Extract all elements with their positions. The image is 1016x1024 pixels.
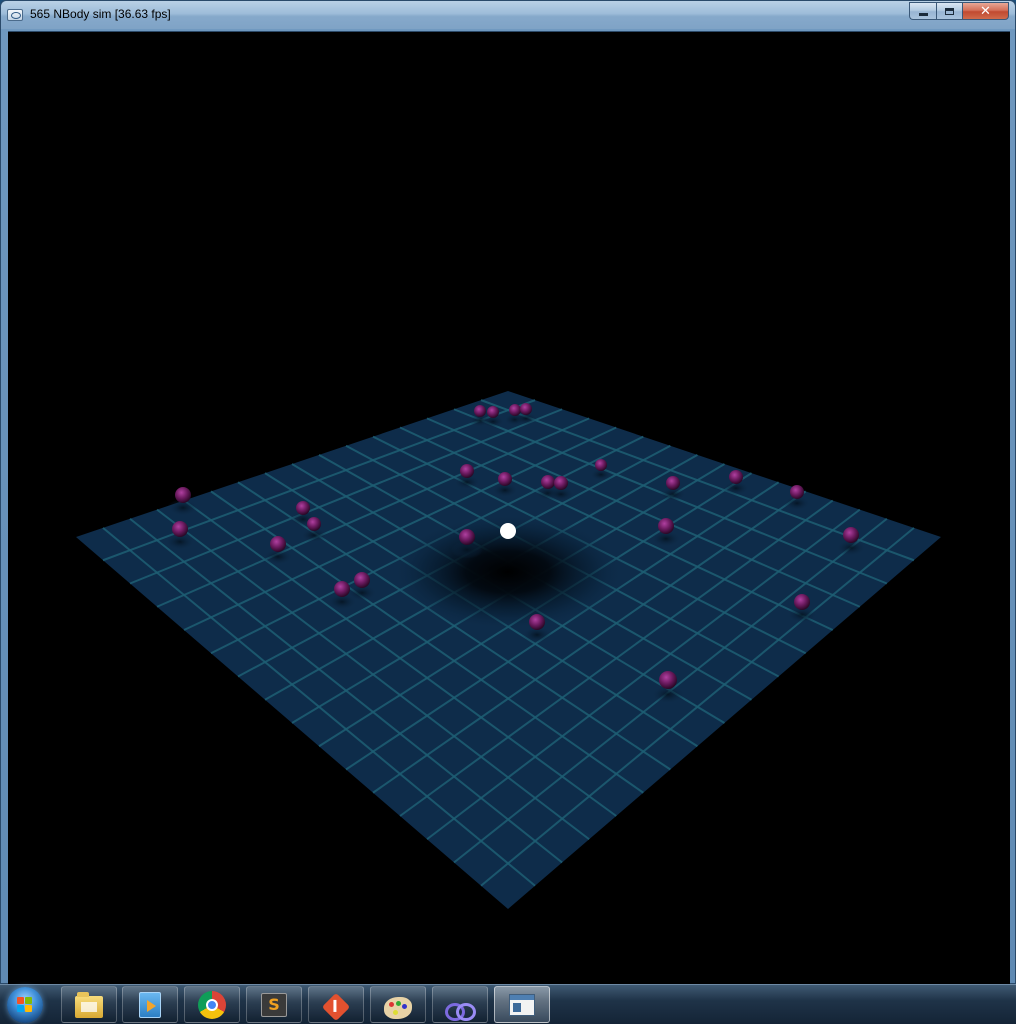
planet	[794, 594, 810, 610]
taskbar-git-button[interactable]	[308, 986, 364, 1023]
planet	[595, 459, 607, 471]
taskbar-chrome-button[interactable]	[184, 986, 240, 1023]
close-icon: ✕	[980, 3, 991, 19]
folder-icon	[75, 991, 103, 1018]
visual-studio-icon	[445, 1002, 476, 1021]
caption-buttons: ✕	[909, 2, 1009, 21]
planet	[459, 529, 475, 545]
planet	[354, 572, 370, 588]
taskbar-media-player-button[interactable]	[122, 986, 178, 1023]
chrome-icon	[198, 990, 226, 1019]
taskbar-nbody-window-button[interactable]	[494, 986, 550, 1023]
planet	[487, 406, 499, 418]
minimize-button[interactable]	[909, 2, 936, 20]
windows-start-icon	[17, 997, 33, 1013]
maximize-icon	[945, 7, 954, 15]
planet	[474, 405, 486, 417]
start-button[interactable]	[7, 987, 43, 1023]
central-star	[500, 523, 516, 539]
taskbar-explorer-button[interactable]	[61, 986, 117, 1023]
planet	[270, 536, 286, 552]
spacetime-grid-surface	[76, 391, 941, 909]
planet	[541, 475, 555, 489]
planet	[659, 671, 677, 689]
application-icon[interactable]	[7, 9, 23, 21]
planet	[658, 518, 674, 534]
minimize-icon	[918, 12, 928, 16]
media-player-icon	[139, 991, 161, 1018]
maximize-button[interactable]	[936, 2, 962, 20]
render-viewport[interactable]	[8, 31, 1010, 986]
planet	[509, 404, 521, 416]
planet	[554, 476, 568, 490]
planet	[175, 487, 191, 503]
planet	[529, 614, 545, 630]
planet	[172, 521, 188, 537]
planet	[307, 517, 321, 531]
planet	[296, 501, 310, 515]
planet	[666, 476, 680, 490]
planet	[729, 470, 743, 484]
taskbar-visual-studio-button[interactable]	[432, 986, 488, 1023]
taskbar-sublime-button[interactable]: S	[246, 986, 302, 1023]
taskbar: S	[0, 984, 1016, 1024]
title-bar[interactable]: 565 NBody sim [36.63 fps] ✕	[1, 1, 1015, 29]
planet	[520, 403, 532, 415]
window-title: 565 NBody sim [36.63 fps]	[30, 7, 171, 21]
planet	[460, 464, 474, 478]
planet	[334, 581, 350, 597]
paint-palette-icon	[384, 996, 412, 1019]
planet	[790, 485, 804, 499]
close-button[interactable]: ✕	[962, 2, 1009, 20]
planet	[498, 472, 512, 486]
application-window-icon	[509, 993, 535, 1016]
taskbar-paint-button[interactable]	[370, 986, 426, 1023]
planet	[843, 527, 859, 543]
nbody-scene	[76, 391, 941, 909]
git-icon	[321, 992, 351, 1021]
sublime-text-icon: S	[261, 992, 287, 1017]
app-window: 565 NBody sim [36.63 fps] ✕	[0, 0, 1016, 986]
